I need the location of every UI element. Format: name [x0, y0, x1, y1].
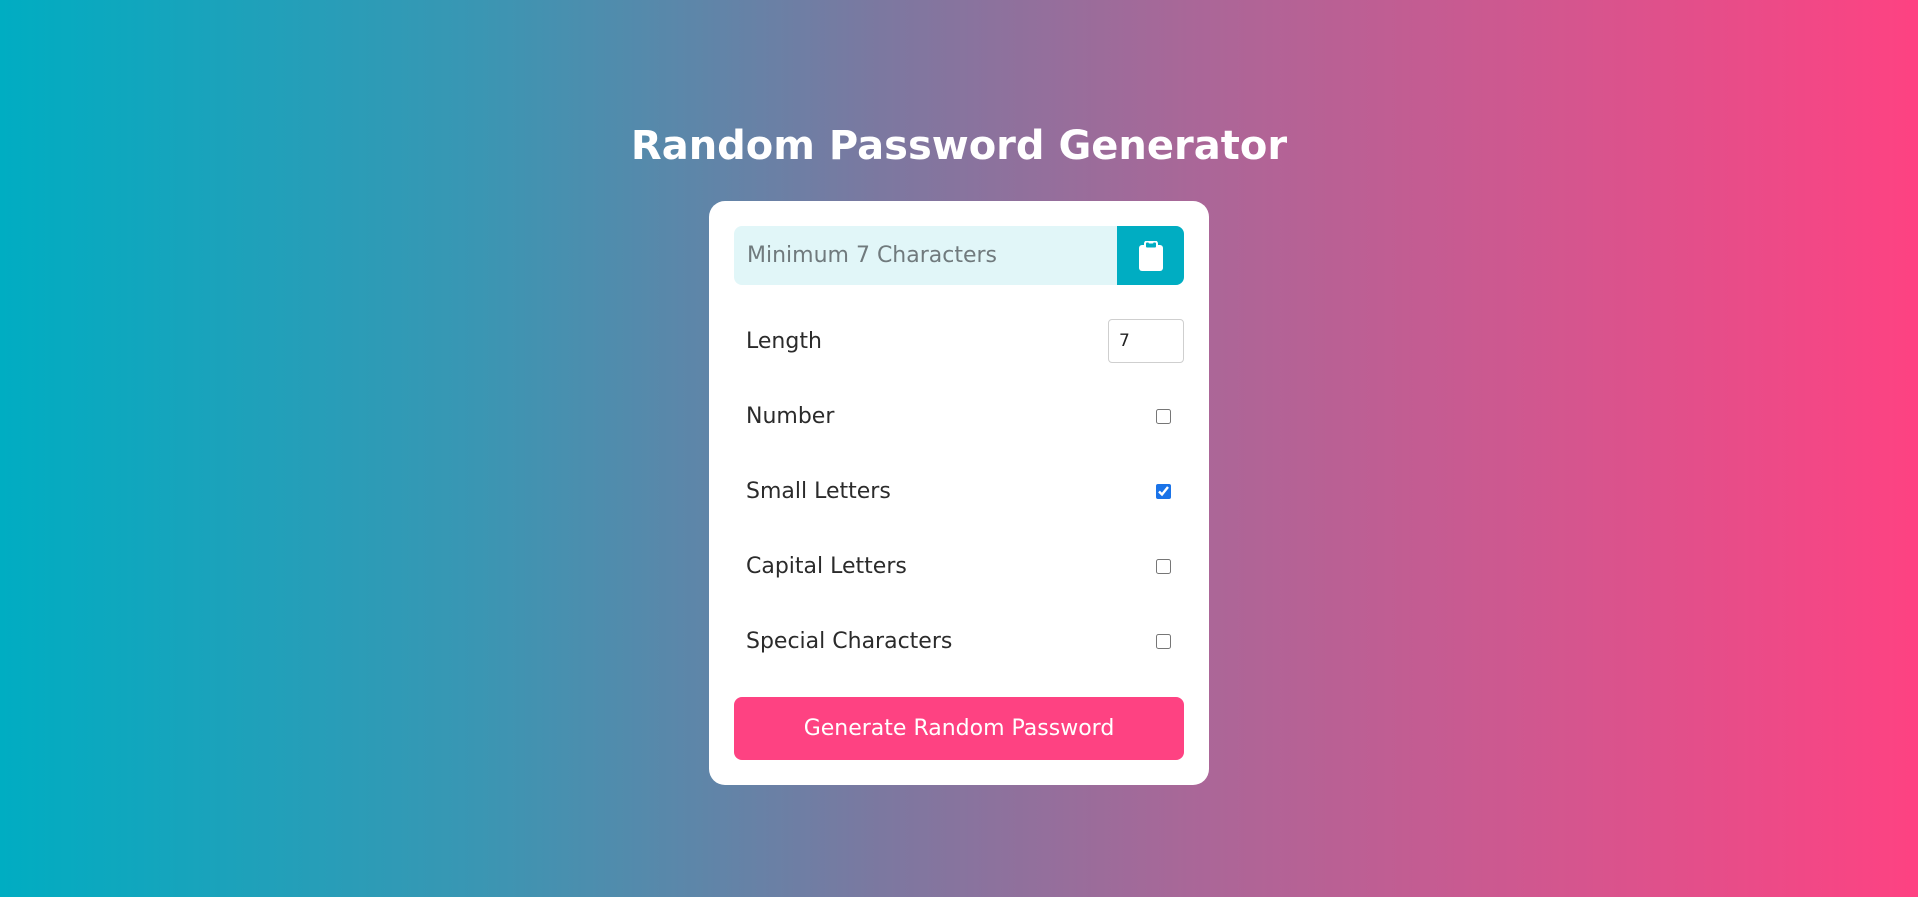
copy-button[interactable] [1117, 226, 1184, 285]
number-checkbox[interactable] [1156, 408, 1171, 424]
capital-letters-checkbox[interactable] [1156, 558, 1171, 574]
password-output-row [734, 226, 1184, 285]
special-characters-row: Special Characters [746, 617, 1184, 665]
capital-letters-label: Capital Letters [746, 553, 907, 579]
clipboard-icon [1138, 240, 1163, 271]
length-input[interactable] [1108, 319, 1184, 363]
generator-card: Length Number Small Letters Capital Lett… [709, 201, 1209, 785]
password-output-field[interactable] [734, 226, 1117, 285]
generate-password-button[interactable]: Generate Random Password [734, 697, 1184, 760]
capital-letters-row: Capital Letters [746, 542, 1184, 590]
length-label: Length [746, 328, 822, 354]
page-title: Random Password Generator [630, 123, 1288, 169]
small-letters-checkbox[interactable] [1156, 483, 1171, 499]
number-label: Number [746, 403, 835, 429]
length-row: Length [746, 317, 1184, 365]
special-characters-checkbox[interactable] [1156, 633, 1171, 649]
number-row: Number [746, 392, 1184, 440]
small-letters-row: Small Letters [746, 467, 1184, 515]
special-characters-label: Special Characters [746, 628, 953, 654]
small-letters-label: Small Letters [746, 478, 891, 504]
